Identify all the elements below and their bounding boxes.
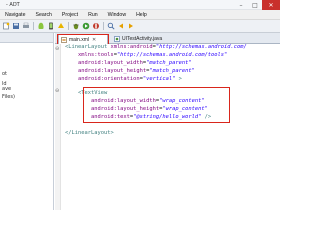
- toolbar-separator: [33, 22, 34, 30]
- fold-toggle-icon[interactable]: ⊖: [55, 88, 59, 94]
- android-sdk-icon[interactable]: [37, 22, 45, 30]
- save-icon[interactable]: [12, 22, 20, 30]
- code-line: android:layout_width="match_parent": [65, 60, 192, 66]
- menu-window[interactable]: Window: [103, 12, 131, 18]
- external-tools-icon[interactable]: [92, 22, 100, 30]
- minimize-button[interactable]: –: [234, 0, 248, 10]
- code-line: android:layout_height="match_parent": [65, 68, 195, 74]
- window-controls: – □ ✕: [234, 0, 280, 10]
- menu-bar: Navigate Search Project Run Window Help: [0, 10, 280, 20]
- lint-icon[interactable]: [57, 22, 65, 30]
- window-title: - ADT: [6, 1, 20, 8]
- menu-project[interactable]: Project: [57, 12, 83, 18]
- tree-item[interactable]: ot: [2, 71, 7, 77]
- tab-label: UITestActivity.java: [122, 36, 163, 42]
- java-file-icon: [114, 36, 120, 42]
- code-line: <LinearLayout xmlns:android="http://sche…: [65, 44, 247, 50]
- panel-header: [0, 33, 53, 43]
- menu-run[interactable]: Run: [83, 12, 103, 18]
- new-icon[interactable]: [2, 22, 10, 30]
- close-button[interactable]: ✕: [262, 0, 280, 10]
- tree-item[interactable]: ave: [2, 86, 11, 92]
- tab-uitestactivity-java[interactable]: UITestActivity.java: [112, 34, 182, 44]
- debug-icon[interactable]: [72, 22, 80, 30]
- avd-icon[interactable]: [47, 22, 55, 30]
- menu-navigate[interactable]: Navigate: [0, 12, 30, 18]
- editor-gutter: [55, 44, 61, 210]
- code-line: android:orientation="vertical" >: [65, 76, 182, 82]
- code-line: </LinearLayout>: [65, 130, 114, 136]
- title-bar: - ADT – □ ✕: [0, 0, 280, 10]
- print-icon[interactable]: [22, 22, 30, 30]
- menu-search[interactable]: Search: [30, 12, 56, 18]
- run-icon[interactable]: [82, 22, 90, 30]
- textview-highlight-box: [83, 87, 230, 123]
- tree-item[interactable]: Files): [2, 94, 15, 100]
- toolbar-separator: [68, 22, 69, 30]
- fold-toggle-icon[interactable]: ⊖: [55, 46, 59, 52]
- forward-icon[interactable]: [127, 22, 135, 30]
- menu-help[interactable]: Help: [131, 12, 152, 18]
- search-icon[interactable]: [107, 22, 115, 30]
- back-icon[interactable]: [117, 22, 125, 30]
- package-explorer-panel: ot ld ave Files): [0, 33, 54, 210]
- toolbar-separator: [103, 22, 104, 30]
- maximize-button[interactable]: □: [248, 0, 262, 10]
- code-line: xmlns:tools="http://schemas.android.com/…: [65, 52, 228, 58]
- toolbar: [0, 20, 280, 33]
- xml-code-editor[interactable]: ⊖ ⊖ <LinearLayout xmlns:android="http://…: [55, 44, 280, 210]
